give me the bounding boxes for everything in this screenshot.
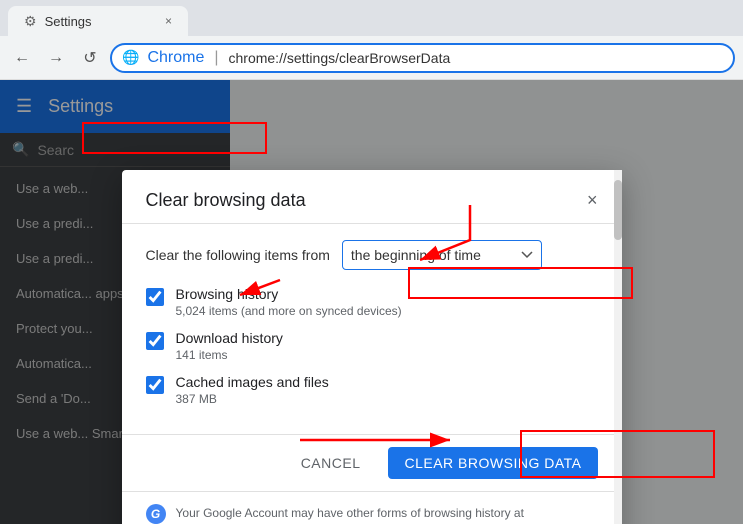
dialog-footer: CANCEL CLEAR BROWSING DATA xyxy=(122,434,622,491)
address-separator: | xyxy=(214,49,218,67)
download-history-checkbox[interactable] xyxy=(146,332,164,350)
time-label: Clear the following items from xyxy=(146,247,330,263)
globe-icon: 🌐 xyxy=(122,49,139,66)
cached-images-label-group: Cached images and files 387 MB xyxy=(176,374,329,406)
browsing-history-checkbox[interactable] xyxy=(146,288,164,306)
browsing-history-sublabel: 5,024 items (and more on synced devices) xyxy=(176,304,402,318)
refresh-button[interactable]: ↺ xyxy=(76,44,104,72)
scrollbar[interactable] xyxy=(614,170,622,524)
browser-frame: ⚙ Settings × ← → ↺ 🌐 Chrome | chrome://s… xyxy=(0,0,743,524)
toolbar: ← → ↺ 🌐 Chrome | chrome://settings/clear… xyxy=(0,36,743,80)
browsing-history-label-group: Browsing history 5,024 items (and more o… xyxy=(176,286,402,318)
info-row-google: G Your Google Account may have other for… xyxy=(146,504,598,524)
dialog-info: G Your Google Account may have other for… xyxy=(122,491,622,524)
cached-images-label: Cached images and files xyxy=(176,374,329,390)
address-bar[interactable]: 🌐 Chrome | chrome://settings/clearBrowse… xyxy=(110,43,735,73)
google-icon: G xyxy=(146,504,166,524)
cached-images-checkbox[interactable] xyxy=(146,376,164,394)
tab-bar: ⚙ Settings × xyxy=(0,0,743,36)
dialog-body: Clear the following items from the begin… xyxy=(122,224,622,434)
checkbox-row-0: Browsing history 5,024 items (and more o… xyxy=(146,286,598,318)
scrollbar-thumb[interactable] xyxy=(614,180,622,240)
time-row: Clear the following items from the begin… xyxy=(146,240,598,270)
page-content: ☰ Settings 🔍 Searc Use a web... Use a pr… xyxy=(0,80,743,524)
settings-tab[interactable]: ⚙ Settings × xyxy=(8,6,188,36)
clear-browsing-data-button[interactable]: CLEAR BROWSING DATA xyxy=(388,447,597,479)
browsing-history-label: Browsing history xyxy=(176,286,402,302)
clear-browsing-data-dialog: Clear browsing data × Clear the followin… xyxy=(122,170,622,524)
download-history-label-group: Download history 141 items xyxy=(176,330,283,362)
cancel-button[interactable]: CANCEL xyxy=(289,447,373,479)
tab-label: Settings xyxy=(45,14,92,29)
time-select[interactable]: the beginning of timethe past hourthe pa… xyxy=(342,240,542,270)
gear-icon: ⚙ xyxy=(24,13,37,30)
download-history-label: Download history xyxy=(176,330,283,346)
dialog-header: Clear browsing data × xyxy=(122,170,622,224)
cached-images-sublabel: 387 MB xyxy=(176,392,329,406)
dialog-title: Clear browsing data xyxy=(146,190,306,211)
dialog-overlay: Clear browsing data × Clear the followin… xyxy=(0,80,743,524)
checkbox-row-1: Download history 141 items xyxy=(146,330,598,362)
download-history-sublabel: 141 items xyxy=(176,348,283,362)
forward-button[interactable]: → xyxy=(42,44,70,72)
google-info-text: Your Google Account may have other forms… xyxy=(176,504,598,524)
checkbox-row-2: Cached images and files 387 MB xyxy=(146,374,598,406)
back-button[interactable]: ← xyxy=(8,44,36,72)
tab-close-icon[interactable]: × xyxy=(165,14,172,28)
address-url: chrome://settings/clearBrowserData xyxy=(229,50,451,66)
address-prefix: Chrome xyxy=(147,49,204,67)
dialog-close-button[interactable]: × xyxy=(587,190,598,211)
